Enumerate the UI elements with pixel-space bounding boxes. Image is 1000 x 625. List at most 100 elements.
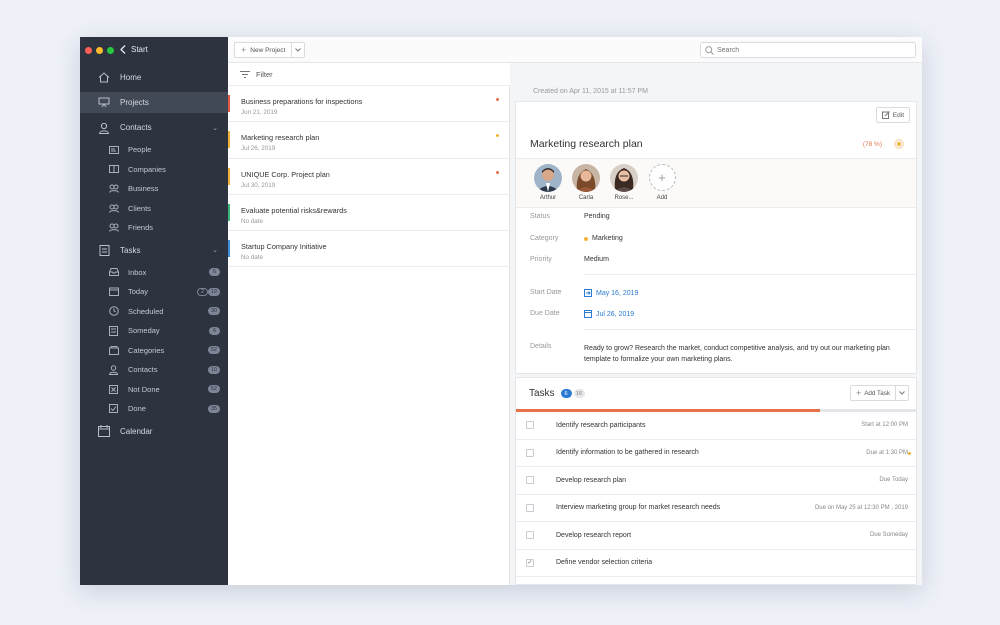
- sidebar-item-companies[interactable]: Companies: [80, 160, 228, 180]
- created-info: Created on Apr 11, 2015 at 11:57 PM: [533, 88, 648, 95]
- task-checkbox[interactable]: [526, 448, 534, 457]
- task-row[interactable]: ✓ Define vendor selection criteria: [516, 550, 916, 577]
- sidebar-item-label: People: [128, 145, 152, 155]
- field-label: Due Date: [530, 310, 560, 317]
- progress-ring-icon: [894, 139, 904, 149]
- task-row[interactable]: Identify information to be gathered in r…: [516, 440, 916, 467]
- sidebar-item-projects[interactable]: Projects: [80, 92, 228, 113]
- member-name: Carla: [578, 195, 594, 201]
- calendar-start-icon: [584, 289, 592, 297]
- sidebar-item-friends[interactable]: Friends: [80, 218, 228, 238]
- sidebar-item-clients[interactable]: Clients: [80, 199, 228, 219]
- task-row[interactable]: Interview marketing group for market res…: [516, 495, 916, 522]
- search-box[interactable]: [700, 42, 916, 58]
- status-value[interactable]: Pending: [584, 213, 610, 220]
- add-member-button[interactable]: + Add: [648, 164, 676, 201]
- project-row[interactable]: Marketing research plan Jul 26, 2019: [228, 122, 509, 159]
- task-checkbox-checked[interactable]: ✓: [526, 558, 534, 567]
- sidebar-item-home[interactable]: Home: [80, 67, 228, 88]
- edit-label: Edit: [892, 111, 904, 119]
- category-row: Category Marketing: [530, 235, 623, 242]
- project-row[interactable]: UNIQUE Corp. Project plan Jul 30, 2019: [228, 159, 509, 195]
- task-row[interactable]: Develop research plan Due Today: [516, 467, 916, 495]
- start-date-value[interactable]: May 16, 2019: [584, 289, 638, 297]
- sidebar-nav: Home Projects Contacts ⌄ People Companie…: [80, 67, 228, 442]
- priority-row: Priority Medium: [530, 256, 609, 263]
- details-value[interactable]: Ready to grow? Research the market, cond…: [584, 343, 894, 365]
- sidebar-item-inbox[interactable]: Inbox 6: [80, 263, 228, 283]
- sidebar-item-label: Done: [128, 404, 146, 414]
- close-window-button[interactable]: [85, 47, 92, 54]
- project-date: No date: [241, 254, 264, 262]
- chevron-down-icon[interactable]: [292, 43, 304, 57]
- sidebar-item-task-contacts[interactable]: Contacts 10: [80, 360, 228, 380]
- member-avatar[interactable]: Rose...: [610, 164, 638, 201]
- back-button[interactable]: Start: [120, 45, 148, 54]
- clients-icon: [108, 203, 119, 213]
- priority-value[interactable]: Medium: [584, 256, 609, 263]
- sidebar-item-categories[interactable]: Categories 52: [80, 341, 228, 361]
- chevron-down-icon[interactable]: [896, 391, 908, 395]
- sidebar-item-label: Inbox: [128, 267, 147, 277]
- chevron-down-icon[interactable]: ⌄: [212, 124, 218, 132]
- add-member-label: Add: [656, 195, 668, 201]
- sidebar-item-label: Clients: [128, 203, 151, 213]
- task-checkbox[interactable]: [526, 476, 534, 485]
- sidebar-item-done[interactable]: Done 35: [80, 399, 228, 419]
- project-color-bar: [228, 95, 230, 112]
- sidebar-item-tasks[interactable]: Tasks ⌄: [80, 240, 228, 261]
- filter-label: Filter: [256, 69, 273, 79]
- add-task-button[interactable]: + Add Task: [849, 385, 909, 401]
- sidebar-item-contacts[interactable]: Contacts ⌄: [80, 117, 228, 138]
- done-icon: [108, 404, 119, 414]
- edit-icon: [881, 111, 890, 119]
- new-project-main[interactable]: + New Project: [235, 43, 293, 57]
- sidebar-item-someday[interactable]: Someday 6: [80, 321, 228, 341]
- sidebar-item-business[interactable]: Business: [80, 179, 228, 199]
- person-card-icon: [108, 145, 119, 155]
- member-avatar[interactable]: Arthur: [534, 164, 562, 201]
- project-row[interactable]: Evaluate potential risks&rewards No date: [228, 195, 509, 232]
- due-date-value[interactable]: Jul 26, 2019: [584, 310, 634, 318]
- sidebar-item-scheduled[interactable]: Scheduled 30: [80, 302, 228, 322]
- category-value[interactable]: Marketing: [584, 235, 623, 242]
- task-checkbox[interactable]: [526, 421, 534, 430]
- toolbar: + New Project: [228, 37, 922, 63]
- back-label: Start: [131, 45, 148, 54]
- sidebar-item-label: Categories: [128, 345, 165, 355]
- sidebar-item-people[interactable]: People: [80, 140, 228, 160]
- calendar-icon: [98, 425, 110, 437]
- minimize-window-button[interactable]: [96, 47, 103, 54]
- member-name: Rose...: [614, 195, 634, 201]
- project-row[interactable]: Business preparations for inspections Ju…: [228, 86, 509, 123]
- task-checkbox[interactable]: [526, 531, 534, 540]
- sidebar-item-today[interactable]: Today 2 19: [80, 282, 228, 302]
- project-color-bar: [228, 131, 230, 149]
- handshake-icon: [108, 184, 119, 194]
- divider: [584, 274, 916, 275]
- task-row[interactable]: Develop research report Due Someday: [516, 522, 916, 550]
- due-date-row: Due Date Jul 26, 2019: [530, 310, 634, 318]
- flag-dot: [908, 451, 911, 455]
- new-project-button[interactable]: + New Project: [234, 42, 306, 58]
- project-row[interactable]: Startup Company Initiative No date: [228, 231, 509, 268]
- project-card: Edit Marketing research plan (78 %) Arth…: [515, 101, 917, 374]
- filter-button[interactable]: Filter: [228, 63, 510, 86]
- task-checkbox[interactable]: [526, 503, 534, 512]
- progress-percent: (78 %): [862, 141, 882, 148]
- member-avatar[interactable]: Carla: [572, 164, 600, 201]
- search-input[interactable]: [717, 46, 897, 54]
- add-task-main[interactable]: + Add Task: [851, 386, 896, 400]
- sidebar-item-label: Not Done: [128, 384, 160, 394]
- chevron-down-icon[interactable]: ⌄: [212, 246, 218, 254]
- count-badge: 52: [207, 385, 220, 394]
- sidebar-item-calendar[interactable]: Calendar: [80, 421, 228, 442]
- task-due: Due at 1:30 PM: [866, 449, 908, 456]
- window-controls: [85, 47, 114, 54]
- sidebar-item-not-done[interactable]: Not Done 52: [80, 380, 228, 400]
- task-row[interactable]: Identify research participants Start at …: [516, 412, 916, 440]
- project-detail: Created on Apr 11, 2015 at 11:57 PM Edit…: [510, 63, 922, 585]
- app-window: Start Home Projects Contacts ⌄ People Co…: [80, 37, 922, 585]
- zoom-window-button[interactable]: [107, 47, 114, 54]
- edit-button[interactable]: Edit: [875, 107, 910, 123]
